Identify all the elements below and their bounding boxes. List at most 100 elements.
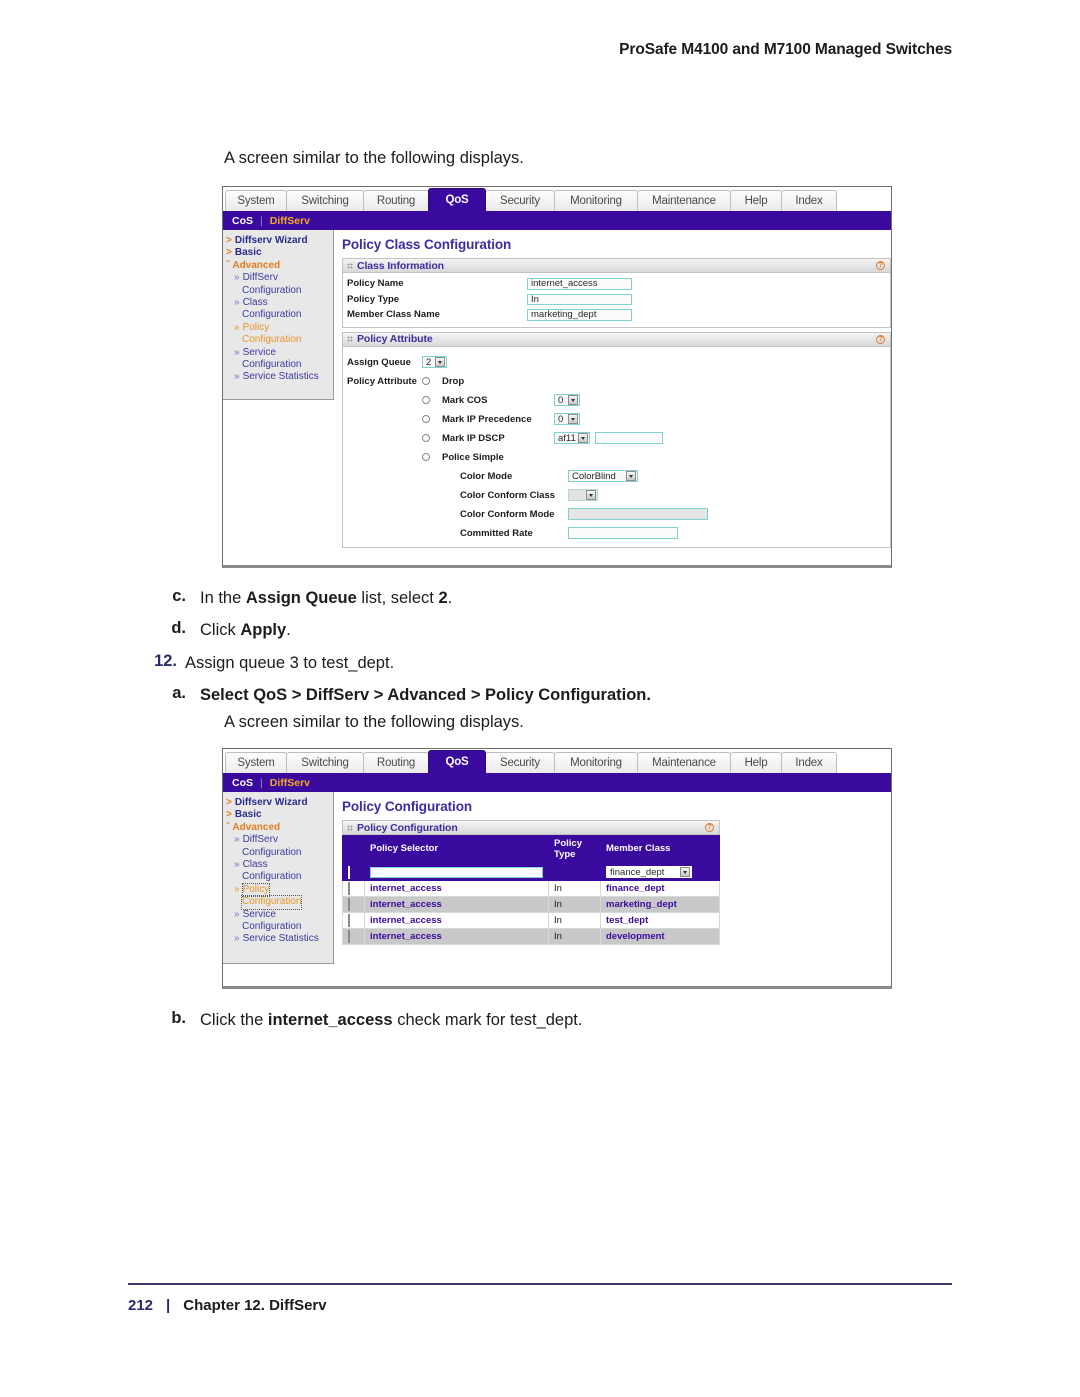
tab-security[interactable]: Security <box>485 752 555 773</box>
input-color-conform-mode[interactable] <box>568 508 708 520</box>
help-icon[interactable]: ? <box>876 261 885 270</box>
row-checkbox[interactable] <box>348 930 350 943</box>
sidebar-item-class[interactable]: » Class <box>226 297 329 309</box>
member-class-link[interactable]: development <box>606 931 665 942</box>
sidebar-item-service-statistics[interactable]: » Service Statistics <box>226 371 329 383</box>
subnav-item-cos[interactable]: CoS <box>232 777 253 789</box>
sidebar-item-policy[interactable]: » Policy <box>226 882 329 898</box>
policy-name-field[interactable]: internet_access <box>527 278 632 290</box>
sidebar-item-configuration[interactable]: Configuration <box>226 359 329 371</box>
policy-type-field[interactable]: In <box>527 293 632 305</box>
tab-switching[interactable]: Switching <box>286 752 364 773</box>
tab-qos[interactable]: QoS <box>428 188 486 211</box>
tab-routing[interactable]: Routing <box>363 752 429 773</box>
sidebar-item-class[interactable]: » Class <box>226 859 329 871</box>
radio-mark-cos[interactable] <box>422 396 430 404</box>
member-class-link[interactable]: marketing_dept <box>606 899 677 910</box>
sidebar-item-diffserv[interactable]: » DiffServ <box>226 272 329 284</box>
new-member-class-select[interactable]: finance_dept <box>606 866 692 878</box>
policy-selector-link[interactable]: internet_access <box>370 899 442 910</box>
tab-routing[interactable]: Routing <box>363 190 429 211</box>
tab-help[interactable]: Help <box>730 190 782 211</box>
cell-policy-selector: internet_access <box>364 928 549 945</box>
sidebar-item-configuration[interactable]: Configuration <box>226 309 329 321</box>
tab-system[interactable]: System <box>225 190 287 211</box>
radio-drop[interactable] <box>422 377 430 385</box>
policy-selector-link[interactable]: internet_access <box>370 883 442 894</box>
sidebar-item-configuration[interactable]: Configuration <box>226 285 329 297</box>
mark-ip-dscp-text-field[interactable] <box>595 432 663 444</box>
radio-mark-ip-precedence[interactable] <box>422 415 430 423</box>
sidebar-item-service-statistics[interactable]: » Service Statistics <box>226 933 329 945</box>
select-color-conform-class[interactable] <box>568 489 598 501</box>
sidebar-item-configuration[interactable]: Configuration <box>226 921 329 933</box>
help-icon[interactable]: ? <box>876 334 885 344</box>
row-checkbox[interactable] <box>348 865 350 879</box>
tab-help[interactable]: Help <box>730 752 782 773</box>
sidebar-item-configuration[interactable]: Configuration <box>226 334 329 346</box>
sidebar-item-configuration[interactable]: Configuration <box>226 847 329 859</box>
tab-strip-1[interactable]: System Switching Routing QoS Security Monitor… <box>223 187 891 211</box>
select-mark-cos[interactable]: 0 <box>554 394 580 406</box>
policy-selector-link[interactable]: internet_access <box>370 931 442 942</box>
select-mark-ip-precedence[interactable]: 0 <box>554 413 580 425</box>
sidebar-item-advanced[interactable]: ˇ Advanced <box>226 260 329 272</box>
cell-member-class: development <box>600 928 720 945</box>
sidebar-item-advanced[interactable]: ˇ Advanced <box>226 822 329 834</box>
tab-monitoring[interactable]: Monitoring <box>554 752 638 773</box>
radio-mark-ip-dscp[interactable] <box>422 434 430 442</box>
table-row: internet_access In finance_dept <box>342 880 720 897</box>
tab-maintenance[interactable]: Maintenance <box>637 190 731 211</box>
sidebar-item-service[interactable]: » Service <box>226 909 329 921</box>
row-checkbox[interactable] <box>348 882 350 895</box>
sidebar-item-configuration[interactable]: Configuration <box>226 895 329 910</box>
tab-strip-2[interactable]: System Switching Routing QoS Security Monitor… <box>223 749 891 773</box>
tab-security[interactable]: Security <box>485 190 555 211</box>
subnav-item-cos[interactable]: CoS <box>232 215 253 227</box>
intro-text-2: A screen similar to the following displa… <box>224 713 524 731</box>
sub-nav-2[interactable]: CoS | DiffServ <box>223 773 891 792</box>
tab-system[interactable]: System <box>225 752 287 773</box>
member-class-name-field[interactable]: marketing_dept <box>527 309 632 321</box>
tab-qos[interactable]: QoS <box>428 750 486 773</box>
sidebar-item-policy[interactable]: » Policy <box>226 322 329 334</box>
select-mark-ip-dscp[interactable]: af11 <box>554 432 590 444</box>
subnav-item-diffserv[interactable]: DiffServ <box>270 777 310 789</box>
sidebar-item-configuration[interactable]: Configuration <box>226 871 329 883</box>
tab-index[interactable]: Index <box>781 190 837 211</box>
member-class-link[interactable]: test_dept <box>606 915 648 926</box>
tab-switching[interactable]: Switching <box>286 190 364 211</box>
form-row: Member Class Name marketing_dept <box>343 307 890 323</box>
subnav-item-diffserv[interactable]: DiffServ <box>270 215 310 227</box>
sidebar-item-diffserv-wizard[interactable]: > Diffserv Wizard <box>226 235 329 247</box>
sidebar-item-diffserv[interactable]: » DiffServ <box>226 834 329 846</box>
tab-index[interactable]: Index <box>781 752 837 773</box>
member-class-link[interactable]: finance_dept <box>606 883 665 894</box>
cell-policy-type <box>548 863 601 881</box>
policy-attribute-option-row: Policy Attribute Drop <box>343 372 890 391</box>
sidebar-item-label: Policy <box>242 321 270 333</box>
row-checkbox[interactable] <box>348 914 350 927</box>
text-fragment: Click the <box>200 1011 268 1029</box>
sub-nav-1[interactable]: CoS | DiffServ <box>223 211 891 230</box>
new-policy-selector-input[interactable] <box>370 866 543 878</box>
sidebar-2[interactable]: > Diffserv Wizard > Basic ˇ Advanced» DiffServ… <box>223 792 334 964</box>
tab-maintenance[interactable]: Maintenance <box>637 752 731 773</box>
tab-monitoring[interactable]: Monitoring <box>554 190 638 211</box>
assign-queue-select[interactable]: 2 <box>422 356 447 368</box>
text-fragment: Apply <box>240 621 287 640</box>
sidebar-item-service[interactable]: » Service <box>226 347 329 359</box>
input-committed-rate[interactable] <box>568 527 678 539</box>
sidebar-item-label: Configuration <box>240 895 303 910</box>
policy-selector-link[interactable]: internet_access <box>370 915 442 926</box>
sidebar-item-basic[interactable]: > Basic <box>226 247 329 259</box>
sidebar-item-basic[interactable]: > Basic <box>226 809 329 821</box>
police-field-row: Color Mode ColorBlind <box>343 467 890 486</box>
radio-police-simple[interactable] <box>422 453 430 461</box>
select-color-mode[interactable]: ColorBlind <box>568 470 638 482</box>
step-text-c: In the Assign Queue list, select 2. <box>200 587 1080 609</box>
sidebar-item-diffserv-wizard[interactable]: > Diffserv Wizard <box>226 797 329 809</box>
help-icon[interactable]: ? <box>705 823 714 832</box>
sidebar-1[interactable]: > Diffserv Wizard > Basic ˇ Advanced» DiffServ… <box>223 230 334 400</box>
row-checkbox[interactable] <box>348 898 350 911</box>
